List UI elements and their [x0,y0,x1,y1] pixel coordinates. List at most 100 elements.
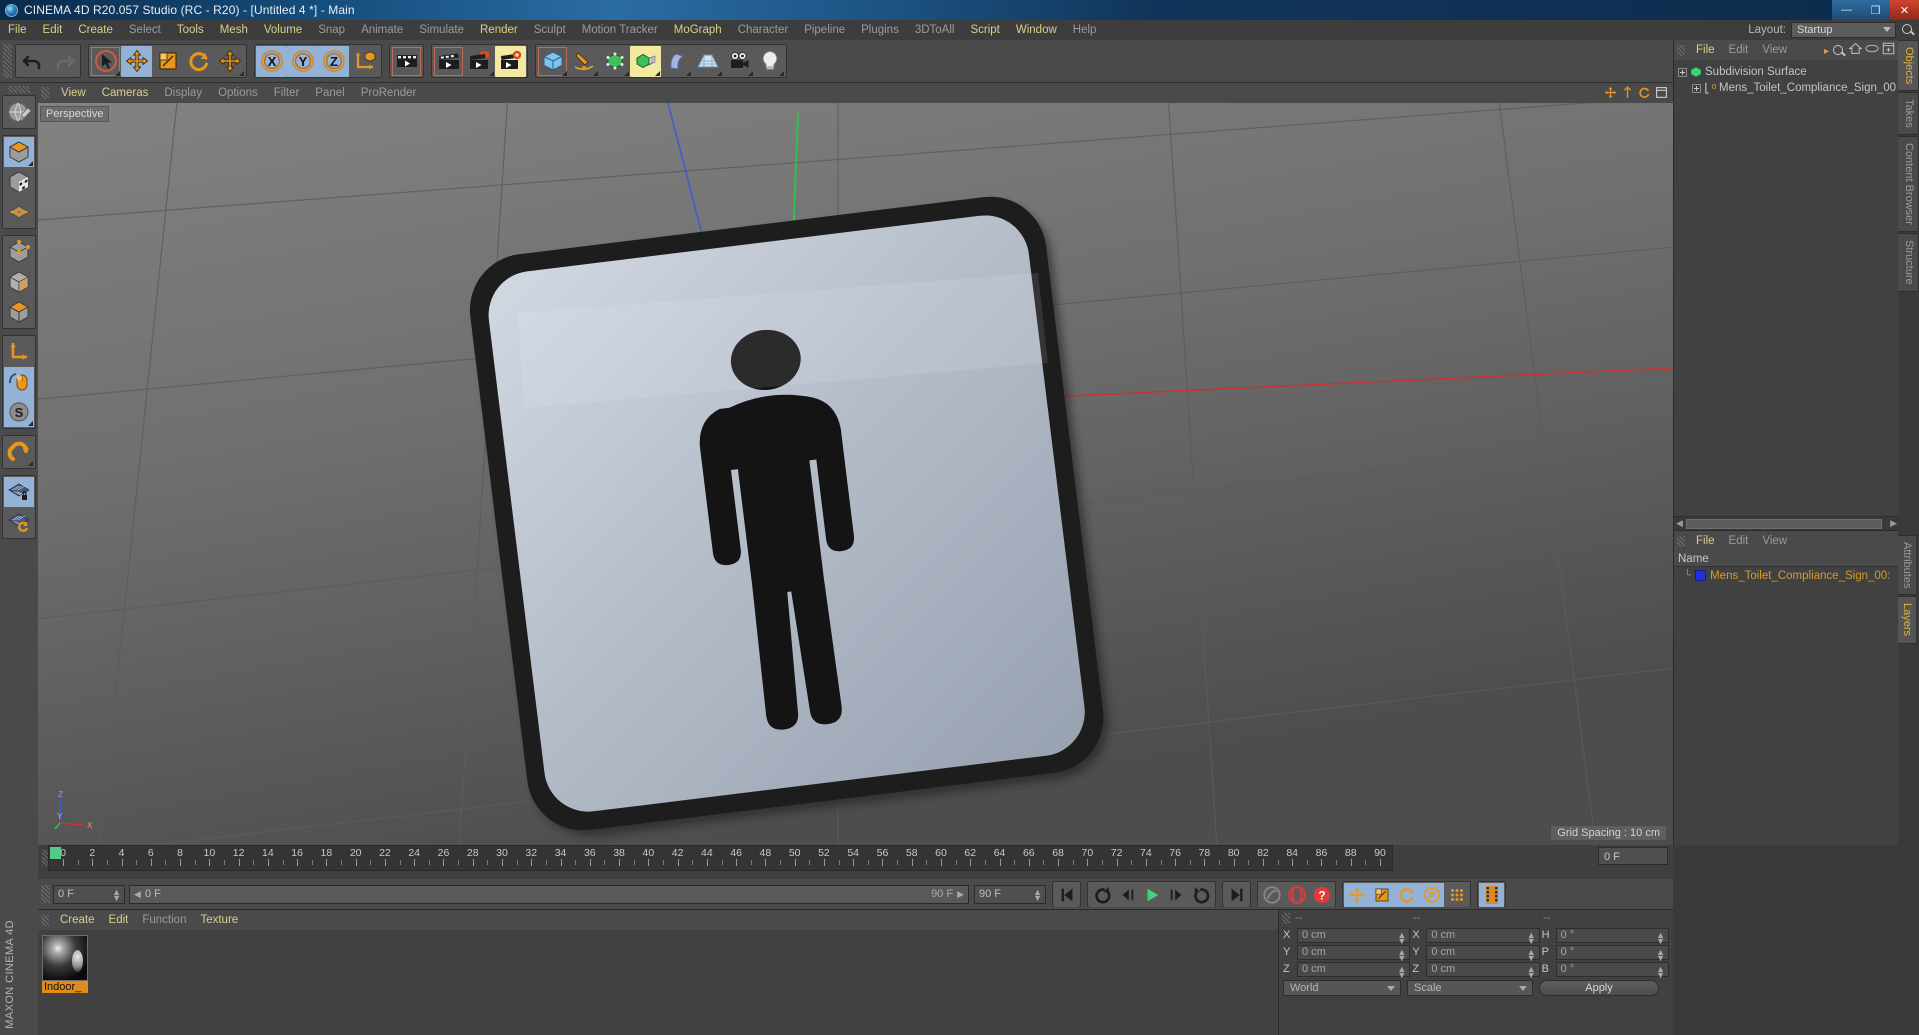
timeline-ruler[interactable]: 0 2 4 6 8 10 12 14 16 18 20 22 24 26 28 30 32 34 36 38 40 42 4… [48,845,1393,871]
viewport-menu-view[interactable]: View [53,83,94,103]
layer-manager-grip[interactable] [1677,535,1685,547]
material-manager-menu-edit[interactable]: Edit [102,910,136,930]
material-item[interactable]: Indoor_ [42,935,90,993]
coordinate-size-x-input[interactable]: 0 cm ▲ ▼ [1426,927,1540,945]
current-frame-field[interactable]: 0 F ▲ ▼ [53,884,125,904]
layer-color-swatch[interactable] [1695,570,1707,581]
menu-select[interactable]: Select [121,20,169,40]
add-spline-button[interactable] [568,45,599,77]
layout-select[interactable]: Startup [1791,22,1896,38]
object-tree-row[interactable]: 0 Mens_Toilet_Compliance_Sign_00 [1678,80,1898,96]
spinner-icon[interactable]: ▲ ▼ [1527,947,1536,962]
move-view-icon[interactable] [1604,86,1617,104]
object-tree[interactable]: Subdivision Surface 0 Mens_Toilet_Complian… [1674,60,1898,96]
next-frame-button[interactable] [1164,883,1189,907]
add-generator-button[interactable] [599,45,630,77]
dock-tab-layers[interactable]: Layers [1898,596,1917,644]
scale-tool[interactable] [152,45,183,77]
home-icon[interactable] [1848,42,1863,60]
polygon-mode-button[interactable] [4,267,34,297]
viewport-menu-filter[interactable]: Filter [266,83,308,103]
spinner-icon[interactable]: ▲ ▼ [1656,964,1665,979]
menu-window[interactable]: Window [1008,20,1065,40]
live-selection-tool[interactable] [90,45,121,77]
layer-rows[interactable]: └ Mens_Toilet_Compliance_Sign_00: [1674,567,1898,584]
layer-manager-menu-view[interactable]: View [1755,531,1794,551]
coordinate-rotation-b-input[interactable]: 0 ° ▲ ▼ [1555,961,1669,979]
layer-row[interactable]: └ Mens_Toilet_Compliance_Sign_00: [1674,567,1898,584]
texture-mode-button[interactable] [4,167,34,197]
go-to-start-button[interactable] [1054,883,1079,907]
add-cube-object-button[interactable] [537,45,568,77]
maximize-button[interactable]: ❐ [1861,0,1890,20]
object-manager-menu-edit[interactable]: Edit [1722,40,1756,60]
material-preview-icon[interactable] [42,935,88,981]
play-forward-button[interactable] [1139,883,1164,907]
object-tree-row[interactable]: Subdivision Surface [1678,64,1898,80]
viewport-menu-cameras[interactable]: Cameras [94,83,157,103]
menu-motion-tracker[interactable]: Motion Tracker [574,20,666,40]
add-floor-button[interactable] [692,45,723,77]
lock-x-axis-button[interactable]: X [256,45,287,77]
coordinate-position-x-input[interactable]: 0 cm ▲ ▼ [1297,927,1411,945]
spinner-icon[interactable]: ▲ ▼ [1397,930,1406,945]
record-active-objects-button[interactable] [1259,883,1284,907]
menu-character[interactable]: Character [730,20,797,40]
render-view-button[interactable] [391,45,422,77]
dock-tab-content-browser[interactable]: Content Browser [1898,136,1919,232]
soft-selection-button[interactable]: S [4,397,34,427]
keyframe-selection-button[interactable]: ? [1309,883,1334,907]
add-bend-deformer-button[interactable] [661,45,692,77]
viewport-menu-panel[interactable]: Panel [307,83,352,103]
spinner-icon[interactable]: ▲ ▼ [1527,930,1536,945]
menu-tools[interactable]: Tools [169,20,212,40]
material-manager-grip[interactable] [41,914,49,926]
menu-help[interactable]: Help [1065,20,1105,40]
search-icon[interactable] [1832,44,1846,58]
viewport-solo-button[interactable] [4,367,34,397]
search-icon[interactable] [1901,23,1915,37]
spinner-icon[interactable]: ▲ ▼ [1527,964,1536,979]
world-object-coordinates-button[interactable] [349,45,380,77]
timeline-range-bar[interactable]: ◀ 0 F 90 F ▶ [129,884,969,904]
lock-workplane-button[interactable] [4,477,34,507]
render-region-button[interactable] [433,45,464,77]
menu-sculpt[interactable]: Sculpt [526,20,574,40]
rotation-key-button[interactable] [1394,883,1419,907]
bottom-right-scrollbar[interactable] [1673,1023,1919,1035]
rotate-view-icon[interactable] [1638,86,1651,104]
position-key-button[interactable] [1344,883,1369,907]
make-editable-button[interactable] [4,97,34,127]
coordinate-position-y-input[interactable]: 0 cm ▲ ▼ [1297,944,1411,962]
loop-button[interactable] [1189,883,1214,907]
viewport-menu-options[interactable]: Options [210,83,266,103]
object-axis-mode-button[interactable] [4,297,34,327]
timeline-current-frame-field[interactable]: 0 F [1598,847,1668,865]
object-manager-grip[interactable] [1677,44,1685,56]
autokeying-button[interactable] [1284,883,1309,907]
point-level-animation-button[interactable] [1444,883,1469,907]
material-list[interactable]: Indoor_ [38,930,1278,993]
add-light-button[interactable] [754,45,785,77]
menu-create[interactable]: Create [70,20,121,40]
dock-tab-takes[interactable]: Takes [1898,92,1919,136]
eye-icon[interactable] [1865,42,1879,60]
coordinate-position-z-input[interactable]: 0 cm ▲ ▼ [1297,961,1411,979]
previous-frame-button[interactable] [1114,883,1139,907]
object-manager-menu-file[interactable]: File [1689,40,1722,60]
spinner-icon[interactable]: ▲ ▼ [1397,964,1406,979]
play-backwards-button[interactable] [1089,883,1114,907]
object-manager-menu-view[interactable]: View [1755,40,1794,60]
timeline-button[interactable] [1479,883,1504,907]
menu-script[interactable]: Script [962,20,1007,40]
rotate-tool[interactable] [183,45,214,77]
spinner-icon[interactable]: ▲ ▼ [1656,930,1665,945]
edge-mode-button[interactable] [4,237,34,267]
apply-button[interactable]: Apply [1539,980,1659,996]
go-to-end-button[interactable] [1224,883,1249,907]
undo-button[interactable] [17,45,48,77]
spinner-icon[interactable]: ▲ ▼ [112,887,121,902]
render-to-picture-viewer-button[interactable] [464,45,495,77]
animation-toolbar-grip[interactable] [41,885,50,903]
viewport-menu-display[interactable]: Display [156,83,210,103]
